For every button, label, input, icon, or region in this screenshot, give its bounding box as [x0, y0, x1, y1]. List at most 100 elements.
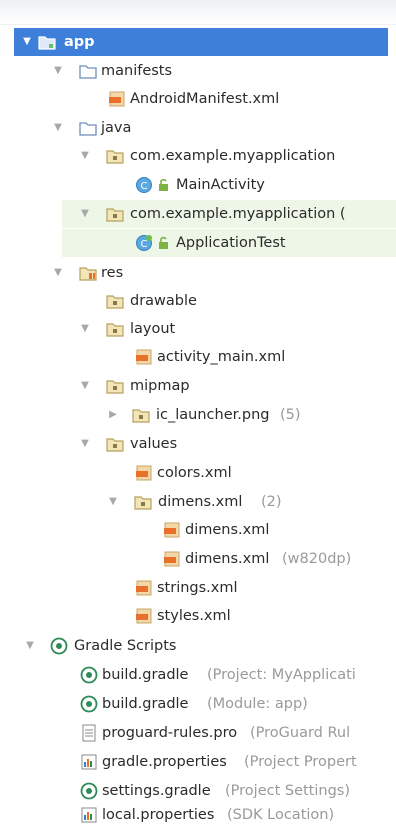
tree-node-dimens-w820[interactable]: dimens.xml (w820dp) [0, 545, 396, 573]
package-icon [106, 208, 124, 222]
tree-label: manifests [101, 63, 173, 79]
svg-text:C: C [141, 181, 148, 192]
tree-label: proguard-rules.pro [102, 725, 238, 741]
tree-node-dimens-default[interactable]: dimens.xml [0, 516, 396, 544]
toolbar-strip [0, 0, 396, 25]
tree-node-mainactivity[interactable]: C MainActivity [0, 171, 396, 199]
tree-label: layout [130, 321, 176, 337]
tree-node-androidmanifest[interactable]: AndroidManifest.xml [0, 85, 396, 113]
tree-node-strings[interactable]: strings.xml [0, 574, 396, 602]
lock-icon [159, 178, 168, 191]
properties-file-icon [81, 807, 97, 823]
gradle-icon [50, 637, 68, 655]
tree-node-package-main[interactable]: ▼ com.example.myapplication [0, 142, 396, 170]
tree-node-colors[interactable]: colors.xml [0, 459, 396, 487]
tree-count: (2) [261, 494, 282, 510]
tree-label: strings.xml [157, 580, 238, 596]
properties-file-icon [81, 754, 97, 770]
xml-file-icon [136, 349, 152, 365]
folder-icon [79, 65, 97, 79]
tree-label: build.gradle [102, 696, 189, 712]
tree-node-build-gradle-project[interactable]: build.gradle (Project: MyApplicati [0, 661, 396, 689]
xml-file-icon [109, 91, 125, 107]
package-icon [106, 380, 124, 394]
svg-text:C: C [141, 239, 148, 250]
chevron-down-icon[interactable]: ▼ [106, 488, 120, 516]
tree-node-gradle-properties[interactable]: gradle.properties (Project Propert [0, 748, 396, 776]
package-icon [134, 496, 152, 510]
lock-icon [159, 236, 168, 249]
tree-node-styles[interactable]: styles.xml [0, 602, 396, 630]
xml-file-icon [136, 608, 152, 624]
tree-label: local.properties [102, 807, 215, 823]
tree-label: MainActivity [176, 177, 265, 193]
tree-node-ic-launcher[interactable]: ▶ ic_launcher.png (5) [0, 401, 396, 429]
tree-label: com.example.myapplication [130, 148, 336, 164]
package-icon [106, 295, 124, 309]
tree-label: Gradle Scripts [74, 638, 177, 654]
xml-file-icon [164, 522, 180, 538]
xml-file-icon [136, 580, 152, 596]
tree-node-local-properties[interactable]: local.properties (SDK Location) [0, 801, 396, 829]
package-icon [106, 438, 124, 452]
tree-label: styles.xml [157, 608, 231, 624]
tree-node-java[interactable]: ▼ java [0, 114, 396, 142]
chevron-down-icon[interactable]: ▼ [78, 430, 92, 458]
package-icon [106, 150, 124, 164]
tree-qualifier: (w820dp) [282, 551, 352, 567]
tree-label: values [130, 436, 178, 452]
gradle-icon [80, 782, 98, 800]
tree-label: AndroidManifest.xml [130, 91, 280, 107]
tree-hint: (SDK Location) [227, 807, 335, 823]
tree-hint: (Module: app) [207, 696, 308, 712]
module-folder-icon [38, 36, 56, 50]
chevron-down-icon[interactable]: ▼ [20, 28, 34, 56]
tree-node-app[interactable]: ▼ app [14, 28, 388, 56]
tree-node-drawable[interactable]: drawable [0, 287, 396, 315]
tree-node-res[interactable]: ▼ res [0, 259, 396, 287]
tree-label: build.gradle [102, 667, 189, 683]
package-icon [106, 323, 124, 337]
tree-node-activity-main[interactable]: activity_main.xml [0, 343, 396, 371]
tree-label: gradle.properties [102, 754, 227, 770]
tree-label: mipmap [130, 378, 190, 394]
tree-hint: (Project Propert [244, 754, 357, 770]
chevron-down-icon[interactable]: ▼ [51, 57, 65, 85]
tree-label: dimens.xml [185, 551, 270, 567]
chevron-down-icon[interactable]: ▼ [78, 142, 92, 170]
tree-label: dimens.xml [158, 494, 243, 510]
tree-label: app [64, 34, 95, 50]
chevron-right-icon[interactable]: ▶ [106, 401, 120, 429]
chevron-down-icon[interactable]: ▼ [78, 372, 92, 400]
tree-node-manifests[interactable]: ▼ manifests [0, 57, 396, 85]
tree-node-dimens-group[interactable]: ▼ dimens.xml (2) [0, 488, 396, 516]
tree-label: ic_launcher.png [156, 407, 270, 423]
tree-hint: (Project: MyApplicati [207, 667, 356, 683]
class-icon: C [136, 177, 152, 193]
folder-icon [79, 122, 97, 136]
gradle-icon [80, 666, 98, 684]
tree-label: res [101, 265, 124, 281]
tree-label: drawable [130, 293, 197, 309]
tree-node-values[interactable]: ▼ values [0, 430, 396, 458]
tree-label: java [101, 120, 132, 136]
tree-label: colors.xml [157, 465, 232, 481]
gradle-icon [80, 695, 98, 713]
tree-label: com.example.myapplication ( [130, 206, 346, 222]
tree-node-gradle-scripts[interactable]: ▼ Gradle Scripts [0, 632, 396, 660]
chevron-down-icon[interactable]: ▼ [51, 114, 65, 142]
tree-node-build-gradle-module[interactable]: build.gradle (Module: app) [0, 690, 396, 718]
tree-node-mipmap[interactable]: ▼ mipmap [0, 372, 396, 400]
tree-count: (5) [280, 407, 301, 423]
text-file-icon [82, 724, 96, 742]
chevron-down-icon[interactable]: ▼ [23, 632, 37, 660]
chevron-down-icon[interactable]: ▼ [51, 259, 65, 287]
tree-node-proguard[interactable]: proguard-rules.pro (ProGuard Rul [0, 719, 396, 747]
tree-label: ApplicationTest [176, 235, 286, 251]
tree-label: dimens.xml [185, 522, 270, 538]
tree-node-layout[interactable]: ▼ layout [0, 315, 396, 343]
tree-node-applicationtest[interactable]: C ApplicationTest [62, 229, 396, 257]
tree-node-package-test[interactable]: ▼ com.example.myapplication ( [62, 200, 396, 228]
chevron-down-icon[interactable]: ▼ [78, 315, 92, 343]
chevron-down-icon[interactable]: ▼ [78, 200, 92, 228]
